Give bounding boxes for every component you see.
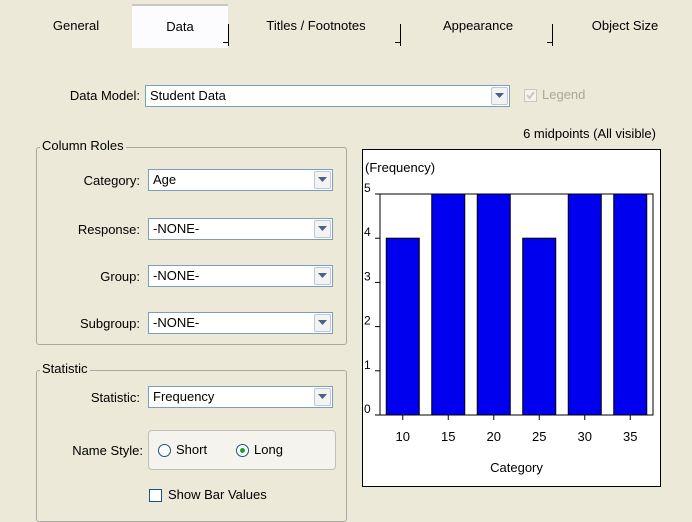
- category-label: Category:: [83, 173, 140, 188]
- y-axis-label: (Frequency): [365, 160, 435, 175]
- tab-strip: General Data Titles / Footnotes Appearan…: [0, 0, 692, 48]
- bar: [567, 193, 602, 416]
- dropdown-arrow-icon[interactable]: [314, 267, 331, 285]
- subgroup-combo[interactable]: -NONE-: [148, 312, 333, 334]
- statistic-value: Frequency: [153, 389, 215, 404]
- bar: [431, 193, 466, 416]
- column-roles-title: Column Roles: [40, 138, 126, 153]
- x-tick-label: 15: [441, 429, 455, 444]
- legend-label: Legend: [542, 87, 586, 102]
- group-label: Group:: [100, 269, 140, 284]
- category-value: Age: [153, 172, 177, 187]
- bar-chart: (Frequency) 0 1 2 3 4 5 10 15 20 25 30 35 Category: [364, 160, 654, 475]
- y-tick-label: 0: [364, 402, 371, 416]
- data-model-label: Data Model:: [69, 88, 140, 103]
- y-tick-label: 3: [364, 269, 371, 283]
- dropdown-arrow-icon[interactable]: [314, 171, 331, 189]
- response-combo[interactable]: -NONE-: [148, 218, 333, 240]
- subgroup-value: -NONE-: [153, 315, 200, 330]
- bar: [522, 237, 557, 416]
- tab-titles-footnotes[interactable]: Titles / Footnotes: [236, 6, 396, 46]
- x-tick-label: 25: [532, 429, 546, 444]
- show-bar-values-label: Show Bar Values: [168, 487, 267, 502]
- radio-selected-dot: [240, 448, 245, 453]
- checkmark-icon: [526, 91, 535, 100]
- data-model-value: Student Data: [150, 88, 226, 103]
- group-combo[interactable]: -NONE-: [148, 265, 333, 287]
- x-tick-label: 35: [623, 429, 637, 444]
- plot-frame: [379, 193, 654, 416]
- dropdown-arrow-icon[interactable]: [314, 314, 331, 332]
- category-combo[interactable]: Age: [148, 169, 333, 191]
- bar: [476, 193, 511, 416]
- long-label: Long: [254, 442, 283, 457]
- tab-general[interactable]: General: [30, 6, 122, 46]
- dropdown-arrow-icon[interactable]: [314, 220, 331, 238]
- data-model-combo[interactable]: Student Data: [145, 85, 510, 107]
- y-tick-label: 2: [364, 314, 371, 328]
- dropdown-arrow-icon[interactable]: [314, 388, 331, 406]
- legend-checkbox[interactable]: [524, 89, 537, 102]
- show-bar-values-checkbox[interactable]: [149, 489, 162, 502]
- x-tick-label: 10: [396, 429, 410, 444]
- y-tick-label: 5: [364, 181, 371, 195]
- x-tick-label: 30: [578, 429, 592, 444]
- response-value: -NONE-: [153, 221, 200, 236]
- tab-data[interactable]: Data: [132, 4, 228, 48]
- x-axis-label: Category: [490, 460, 543, 475]
- midpoints-text: 6 midpoints (All visible): [523, 126, 656, 141]
- tab-divider: [395, 24, 401, 46]
- x-tick-label: 20: [487, 429, 501, 444]
- response-label: Response:: [77, 222, 140, 237]
- tab-object-size[interactable]: Object Size: [560, 6, 690, 46]
- y-tick-label: 1: [364, 358, 371, 372]
- tab-divider: [547, 24, 553, 46]
- y-tick-label: 4: [364, 225, 371, 239]
- short-label: Short: [176, 442, 208, 457]
- statistic-combo[interactable]: Frequency: [148, 386, 333, 408]
- tab-appearance[interactable]: Appearance: [408, 6, 548, 46]
- group-value: -NONE-: [153, 268, 200, 283]
- bar: [385, 237, 420, 416]
- chart-preview: (Frequency) 0 1 2 3 4 5 10 15 20 25 30 35 Category: [362, 149, 661, 487]
- name-style-label: Name Style:: [72, 443, 143, 458]
- long-radio[interactable]: [236, 444, 249, 457]
- subgroup-label: Subgroup:: [80, 316, 140, 331]
- bar: [613, 193, 648, 416]
- short-radio[interactable]: [158, 444, 171, 457]
- statistic-label: Statistic:: [90, 390, 140, 405]
- statistic-title: Statistic: [40, 361, 90, 376]
- dropdown-arrow-icon[interactable]: [491, 87, 508, 105]
- tab-divider: [223, 24, 229, 46]
